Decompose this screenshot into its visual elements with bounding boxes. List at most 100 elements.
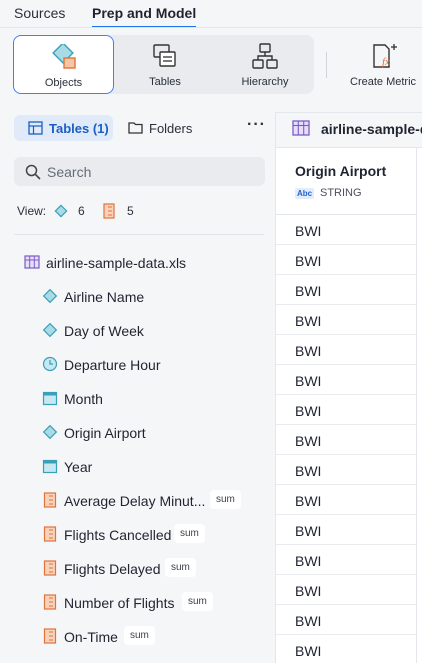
aggregation-badge[interactable]: sum	[174, 524, 205, 543]
search-icon	[25, 164, 41, 180]
column-name: Origin Airport	[295, 163, 387, 179]
table-cell[interactable]: BWI	[276, 305, 417, 335]
table-icon	[24, 255, 40, 269]
aggregation-badge[interactable]: sum	[124, 626, 155, 645]
objects-button[interactable]: Objects	[13, 35, 114, 94]
table-cell[interactable]: BWI	[276, 275, 417, 305]
objects-icon	[51, 44, 76, 69]
table-icon	[28, 121, 43, 135]
field-name: Month	[64, 391, 103, 407]
field-name: Year	[64, 459, 93, 475]
grid-table-title: airline-sample-d	[321, 121, 422, 137]
tab-prep-and-model[interactable]: Prep and Model	[92, 5, 197, 28]
table-cell[interactable]: BWI	[276, 575, 417, 605]
tree-table-name: airline-sample-data.xls	[46, 255, 187, 271]
field-name: Flights Cancelled	[64, 527, 172, 543]
measure-icon	[43, 594, 57, 610]
column-type: STRING	[320, 187, 362, 199]
cell-value: BWI	[295, 643, 322, 659]
objects-label: Objects	[44, 77, 83, 89]
folders-filter-label: Folders	[149, 121, 193, 136]
tables-filter-label: Tables	[49, 121, 90, 136]
field-name: Day of Week	[64, 323, 144, 339]
table-cell[interactable]: BWI	[276, 365, 417, 395]
dimension-icon	[42, 288, 58, 304]
tables-filter-text: Tables (1)	[49, 121, 109, 136]
tables-label: Tables	[149, 76, 181, 88]
cell-value: BWI	[295, 553, 322, 569]
measure-icon	[103, 203, 115, 219]
column-header-origin-airport[interactable]: Origin Airport Abc STRING	[276, 148, 417, 215]
hierarchy-label: Hierarchy	[241, 76, 289, 88]
aggregation-badge[interactable]: sum	[165, 558, 196, 577]
aggregation-badge[interactable]: sum	[182, 592, 213, 611]
table-icon	[292, 120, 310, 136]
cell-value: BWI	[295, 283, 322, 299]
dimension-icon	[42, 424, 58, 440]
table-cell[interactable]: BWI	[276, 455, 417, 485]
field-name: Number of Flights	[64, 595, 175, 611]
folder-icon	[128, 122, 143, 134]
table-cell[interactable]: BWI	[276, 605, 417, 635]
tab-sources[interactable]: Sources	[14, 5, 65, 21]
clock-icon	[42, 356, 58, 372]
hierarchy-button[interactable]: Hierarchy	[215, 35, 315, 94]
svg-text:fx: fx	[382, 56, 390, 68]
measure-count: 5	[127, 204, 134, 218]
field-name: Flights Delayed	[64, 561, 161, 577]
table-cell[interactable]: BWI	[276, 635, 417, 663]
cell-value: BWI	[295, 613, 322, 629]
panel-divider	[14, 234, 264, 235]
tables-filter-button[interactable]: Tables (1)	[14, 115, 113, 141]
dimension-count: 6	[78, 204, 85, 218]
cell-value: BWI	[295, 313, 322, 329]
hierarchy-icon	[252, 43, 278, 69]
table-cell[interactable]: BWI	[276, 485, 417, 515]
calendar-icon	[42, 459, 58, 474]
table-cell[interactable]: BWI	[276, 215, 417, 245]
tables-button[interactable]: Tables	[115, 35, 215, 94]
table-cell[interactable]: BWI	[276, 335, 417, 365]
more-options-button[interactable]: ···	[247, 116, 265, 136]
view-label: View:	[17, 204, 47, 218]
toolbar-separator	[326, 52, 327, 78]
create-metric-button[interactable]: fx Create Metric	[345, 35, 422, 94]
field-name: Departure Hour	[64, 357, 161, 373]
table-cell[interactable]: BWI	[276, 395, 417, 425]
folders-filter-button[interactable]: Folders	[128, 115, 198, 141]
data-preview-grid: airline-sample-d Origin Airport Abc STRI…	[275, 112, 422, 663]
measure-icon	[43, 628, 57, 644]
field-name: Airline Name	[64, 289, 145, 305]
cell-value: BWI	[295, 433, 322, 449]
aggregation-badge[interactable]: sum	[210, 490, 241, 509]
measure-icon	[43, 560, 57, 576]
grid-title-bar: airline-sample-d	[276, 113, 422, 148]
top-tabs: Sources Prep and Model	[0, 0, 422, 28]
field-name: On-Time	[64, 629, 118, 645]
cell-value: BWI	[295, 343, 322, 359]
tab-divider	[0, 27, 422, 28]
cell-value: BWI	[295, 403, 322, 419]
search-box	[14, 157, 265, 186]
field-name: Origin Airport	[64, 425, 146, 441]
create-metric-label: Create Metric	[350, 76, 417, 88]
dimension-icon	[54, 204, 68, 218]
measure-icon	[43, 526, 57, 542]
tables-filter-count: (1)	[92, 121, 109, 136]
tables-icon	[153, 44, 176, 67]
dimension-icon	[42, 322, 58, 338]
cell-value: BWI	[295, 373, 322, 389]
cell-value: BWI	[295, 253, 322, 269]
cell-value: BWI	[295, 463, 322, 479]
calendar-icon	[42, 391, 58, 406]
cell-value: BWI	[295, 223, 322, 239]
table-cell[interactable]: BWI	[276, 245, 417, 275]
search-input[interactable]	[47, 162, 247, 182]
measure-icon	[43, 492, 57, 508]
field-name: Average Delay Minut...	[64, 493, 206, 509]
table-cell[interactable]: BWI	[276, 515, 417, 545]
create-metric-icon: fx	[372, 44, 397, 68]
table-cell[interactable]: BWI	[276, 545, 417, 575]
table-cell[interactable]: BWI	[276, 425, 417, 455]
cell-value: BWI	[295, 583, 322, 599]
